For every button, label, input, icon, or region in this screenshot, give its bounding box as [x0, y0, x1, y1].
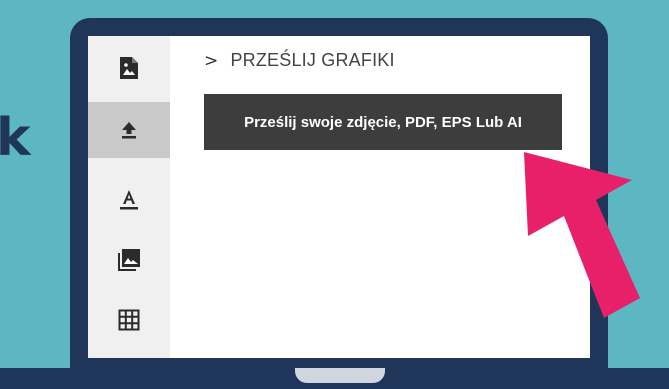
sidebar-item-grid[interactable] [88, 292, 170, 348]
sidebar-item-gallery[interactable] [88, 232, 170, 288]
pointer-arrow-icon [524, 152, 640, 318]
upload-tooltip: Prześlij swoje zdjęcie, PDF, EPS Lub AI [204, 94, 562, 150]
breadcrumb-label: PRZEŚLIJ GRAFIKI [230, 50, 395, 70]
background-letter: k [0, 108, 31, 168]
breadcrumb[interactable]: > PRZEŚLIJ GRAFIKI [204, 50, 395, 71]
text-format-icon [120, 190, 138, 210]
laptop-notch [295, 368, 385, 383]
photo-library-icon [118, 249, 140, 271]
sidebar-item-text[interactable] [88, 172, 170, 228]
sidebar-item-upload[interactable] [88, 102, 170, 158]
upload-icon [122, 122, 136, 139]
sidebar-item-image-upload[interactable] [88, 40, 170, 96]
image-file-icon [120, 57, 138, 79]
chevron-right-icon: > [204, 50, 219, 71]
sidebar [88, 36, 170, 358]
grid-icon [118, 309, 140, 331]
tooltip-text: Prześlij swoje zdjęcie, PDF, EPS Lub AI [244, 113, 522, 131]
